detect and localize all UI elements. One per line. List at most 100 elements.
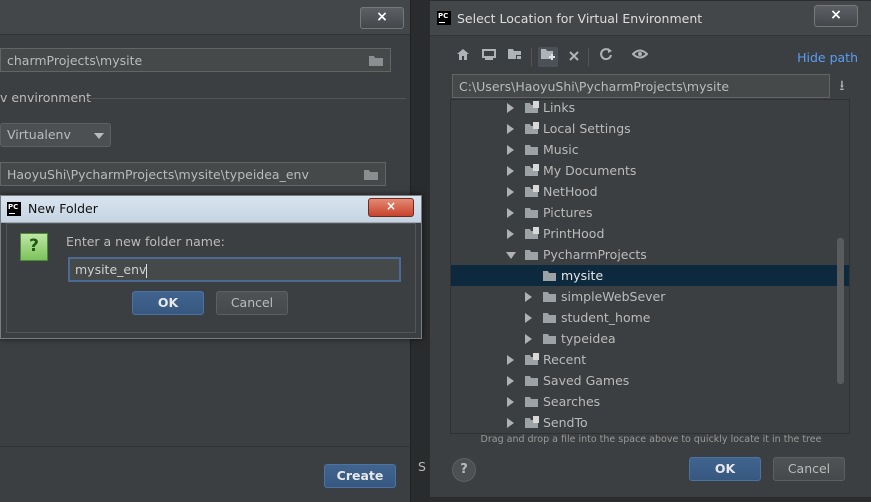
tree-item[interactable]: Music	[451, 139, 849, 160]
folder-icon	[543, 313, 556, 323]
dialog-title-bar: PC Select Location for Virtual Environme…	[430, 1, 871, 36]
ok-button[interactable]: OK	[689, 457, 761, 481]
partial-label: S	[418, 459, 426, 474]
show-hidden-icon[interactable]	[630, 47, 650, 67]
help-button[interactable]: ?	[452, 458, 476, 482]
special-folder-icon	[525, 101, 539, 113]
tree-item[interactable]: Local Settings	[451, 118, 849, 139]
chevron-right-icon[interactable]	[525, 292, 532, 302]
tree-item[interactable]: Links	[451, 100, 849, 118]
tree-item[interactable]: Pictures	[451, 202, 849, 223]
tree-item[interactable]: NetHood	[451, 181, 849, 202]
project-location-field[interactable]: charmProjects\mysite	[0, 48, 391, 72]
chevron-right-icon[interactable]	[507, 397, 514, 407]
chevron-right-icon[interactable]	[507, 166, 514, 176]
tree-item[interactable]: SendTo	[451, 412, 849, 433]
section-label: v environment	[0, 90, 91, 105]
close-button[interactable]: ×	[368, 198, 414, 217]
scrollbar-thumb[interactable]	[837, 238, 844, 384]
tree-item-label: Pictures	[543, 205, 593, 220]
tree-item-label: Local Settings	[543, 121, 631, 136]
chevron-right-icon[interactable]	[507, 355, 514, 365]
dialog-body: ? Enter a new folder name: mysite_env OK…	[6, 223, 416, 333]
special-folder-icon	[525, 227, 539, 239]
environment-location-field[interactable]: HaoyuShi\PycharmProjects\mysite\typeidea…	[0, 162, 386, 186]
file-tree[interactable]: Links Local Settings Music My Documents NetH…	[450, 99, 850, 434]
folder-icon	[525, 376, 538, 386]
tree-item[interactable]: simpleWebSever	[451, 286, 849, 307]
chevron-right-icon[interactable]	[507, 145, 514, 155]
chevron-right-icon[interactable]	[507, 376, 514, 386]
drag-drop-hint: Drag and drop a file into the space abov…	[480, 434, 822, 445]
folder-icon	[543, 271, 556, 281]
tree-item-label: typeidea	[561, 331, 616, 346]
folder-name-input[interactable]: mysite_env	[68, 257, 401, 282]
close-button[interactable]: ×	[360, 7, 404, 29]
tree-item-label: NetHood	[543, 184, 598, 199]
new-folder-dialog: PC New Folder × ? Enter a new folder nam…	[0, 195, 422, 339]
chevron-down-icon[interactable]	[506, 252, 516, 259]
tree-item-label: PycharmProjects	[543, 247, 647, 262]
tree-item[interactable]: mysite	[451, 265, 849, 286]
question-icon: ?	[20, 233, 48, 261]
browse-folder-icon[interactable]	[368, 53, 384, 67]
environment-location-value: HaoyuShi\PycharmProjects\mysite\typeidea…	[7, 167, 309, 182]
chevron-right-icon[interactable]	[507, 187, 514, 197]
tree-item[interactable]: PycharmProjects	[451, 244, 849, 265]
download-icon[interactable]: ⭳	[832, 76, 852, 96]
hide-path-link[interactable]: Hide path	[797, 50, 858, 65]
create-button[interactable]: Create	[324, 464, 396, 488]
refresh-icon[interactable]	[596, 47, 616, 67]
special-folder-icon	[525, 416, 539, 428]
ok-button[interactable]: OK	[132, 291, 204, 315]
tree-item[interactable]: student_home	[451, 307, 849, 328]
special-folder-icon	[525, 185, 539, 197]
chevron-right-icon[interactable]	[507, 229, 514, 239]
desktop-icon[interactable]	[479, 47, 499, 67]
pycharm-logo-icon: PC	[437, 11, 451, 25]
tree-item[interactable]: PrintHood	[451, 223, 849, 244]
home-icon[interactable]	[453, 47, 473, 67]
tree-item[interactable]: Saved Games	[451, 370, 849, 391]
environment-type-combo[interactable]: Virtualenv	[0, 123, 111, 147]
path-input[interactable]: C:\Users\HaoyuShi\PycharmProjects\mysite	[452, 74, 830, 98]
project-location-value: charmProjects\mysite	[7, 53, 143, 68]
tree-item-label: Music	[543, 142, 579, 157]
browse-folder-icon[interactable]	[363, 167, 379, 181]
chevron-right-icon[interactable]	[507, 418, 514, 428]
tree-item[interactable]: Recent	[451, 349, 849, 370]
cancel-button[interactable]: Cancel	[773, 457, 845, 481]
folder-icon	[525, 397, 538, 407]
tree-item-label: PrintHood	[543, 226, 605, 241]
delete-icon[interactable]	[564, 47, 584, 67]
tree-item[interactable]: typeidea	[451, 328, 849, 349]
tree-item-label: SendTo	[543, 415, 588, 430]
folder-icon	[525, 208, 538, 218]
tree-item[interactable]: My Documents	[451, 160, 849, 181]
separator	[86, 98, 406, 99]
dialog-title-bar	[0, 0, 410, 35]
tree-item-label: Links	[543, 100, 576, 115]
prompt-label: Enter a new folder name:	[66, 234, 225, 249]
select-location-dialog: PC Select Location for Virtual Environme…	[429, 0, 871, 498]
tree-item-label: mysite	[561, 268, 604, 283]
chevron-right-icon[interactable]	[525, 334, 532, 344]
toolbar-separator	[588, 48, 589, 66]
folder-icon	[543, 292, 556, 302]
footer-separator	[0, 446, 410, 447]
cancel-button[interactable]: Cancel	[216, 291, 288, 315]
chevron-right-icon[interactable]	[507, 124, 514, 134]
new-folder-icon[interactable]	[538, 47, 558, 67]
chevron-right-icon[interactable]	[507, 103, 514, 113]
tree-item[interactable]: Searches	[451, 391, 849, 412]
tree-item-label: student_home	[561, 310, 651, 325]
tree-item-label: simpleWebSever	[561, 289, 666, 304]
folder-icon	[525, 250, 538, 260]
chevron-right-icon[interactable]	[507, 208, 514, 218]
project-folder-icon[interactable]	[505, 47, 525, 67]
chevron-right-icon[interactable]	[525, 313, 532, 323]
close-button[interactable]: ×	[814, 5, 858, 27]
toolbar-separator	[531, 48, 532, 66]
dialog-title: Select Location for Virtual Environment	[457, 11, 703, 26]
folder-name-value: mysite_env	[75, 262, 147, 277]
